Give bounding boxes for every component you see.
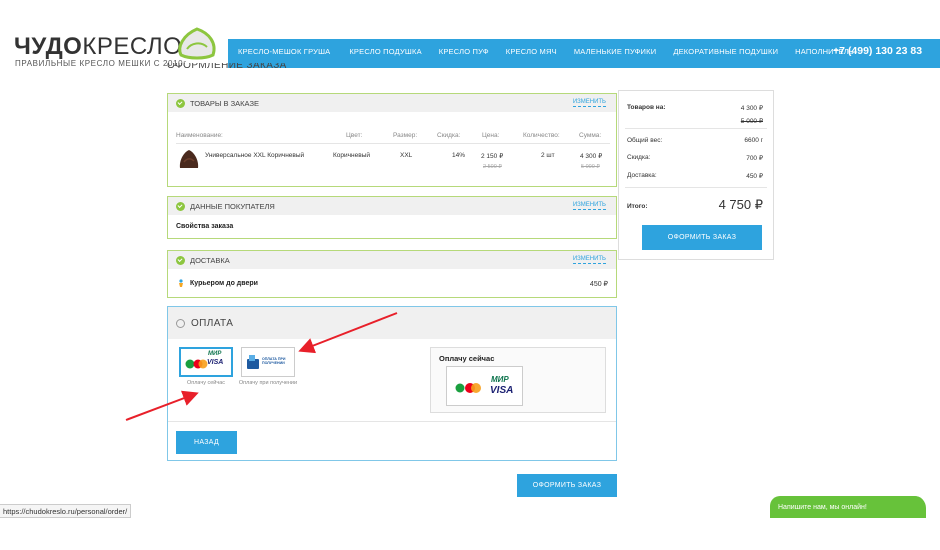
- nav-item-ball-chair[interactable]: КРЕСЛО МЯЧ: [506, 47, 557, 56]
- item-old-sum: 5 000 ₽: [581, 164, 600, 170]
- nav-item-small-poufs[interactable]: МАЛЕНЬКИЕ ПУФИКИ: [574, 47, 656, 56]
- pay-on-delivery-label[interactable]: Оплачу при получении: [238, 380, 298, 387]
- summary-discount-value: 700 ₽: [746, 155, 763, 162]
- selected-payment-title: Оплачу сейчас: [439, 354, 495, 363]
- summary-divider: [625, 187, 767, 188]
- nav-item-decor-pillows[interactable]: ДЕКОРАТИВНЫЕ ПОДУШКИ: [673, 47, 778, 56]
- item-name[interactable]: Универсальное XXL Коричневый: [205, 152, 304, 159]
- check-icon: [176, 201, 185, 211]
- nav-item-pillow-chair[interactable]: КРЕСЛО ПОДУШКА: [349, 47, 421, 56]
- summary-total-label: Итого:: [627, 203, 648, 210]
- on-delivery-card-text: ОПЛАТА ПРИ ПОЛУЧЕНИИ: [262, 357, 286, 365]
- summary-delivery-label: Доставка:: [627, 172, 657, 179]
- payment-option-pay-now[interactable]: МИР VISA: [179, 347, 233, 377]
- table-divider: [176, 143, 610, 144]
- summary-divider: [625, 128, 767, 129]
- summary-total-value: 4 750 ₽: [718, 197, 763, 212]
- delivery-change-link[interactable]: изменить: [572, 256, 606, 264]
- nav-item-pouf[interactable]: КРЕСЛО ПУФ: [439, 47, 489, 56]
- summary-weight-value: 6600 г: [744, 137, 763, 144]
- chat-widget-tab[interactable]: [910, 496, 926, 518]
- check-icon: [176, 255, 185, 265]
- back-button[interactable]: НАЗАД: [176, 431, 237, 454]
- beanbag-logo-icon: [178, 27, 216, 60]
- chat-widget[interactable]: Напишите нам, мы онлайн!: [770, 496, 925, 518]
- summary-goods-old: 5 000 ₽: [740, 118, 763, 125]
- cash-on-delivery-icon: [247, 355, 259, 369]
- delivery-panel-header: ДОСТАВКА изменить: [168, 251, 616, 269]
- buyer-panel: ДАННЫЕ ПОКУПАТЕЛЯ изменить Свойства зака…: [167, 196, 617, 239]
- col-discount: Скидка:: [437, 132, 461, 139]
- order-summary: Товаров на: 4 300 ₽ 5 000 ₽ Общий вес: 6…: [618, 90, 774, 260]
- logo-tagline: ПРАВИЛЬНЫЕ КРЕСЛО МЕШКИ С 2010г: [15, 59, 187, 68]
- submit-order-bottom-button[interactable]: ОФОРМИТЬ ЗАКАЗ: [517, 474, 617, 497]
- selected-payment-card: МИР VISA: [446, 366, 523, 406]
- buyer-panel-header: ДАННЫЕ ПОКУПАТЕЛЯ изменить: [168, 197, 616, 215]
- col-color: Цвет:: [346, 132, 363, 139]
- summary-weight-label: Общий вес:: [627, 137, 663, 144]
- delivery-price: 450 ₽: [589, 281, 608, 288]
- buyer-change-link[interactable]: изменить: [572, 202, 606, 210]
- pay-now-label[interactable]: Оплачу сейчас: [176, 380, 236, 387]
- order-properties: Свойства заказа: [176, 223, 234, 230]
- main-nav: КРЕСЛО-МЕШОК ГРУША КРЕСЛО ПОДУШКА КРЕСЛО…: [238, 47, 854, 56]
- phone-number[interactable]: +7 (499) 130 23 83: [833, 45, 922, 57]
- delivery-method: Курьером до двери: [190, 280, 258, 287]
- mir-logo: МИР: [491, 375, 509, 384]
- item-sum: 4 300 ₽: [580, 153, 603, 160]
- item-old-price: 2 500 ₽: [483, 164, 502, 170]
- item-qty: 2 шт: [541, 152, 555, 159]
- logo-text: ЧУДОКРЕСЛО: [14, 33, 183, 60]
- check-icon: [176, 98, 185, 108]
- summary-goods-value: 4 300 ₽: [740, 105, 763, 112]
- goods-title: ТОВАРЫ В ЗАКАЗЕ: [190, 98, 259, 108]
- col-size: Размер:: [393, 132, 418, 139]
- col-price: Цена:: [482, 132, 500, 139]
- summary-discount-label: Скидка:: [627, 154, 651, 161]
- payment-title: ОПЛАТА: [191, 317, 234, 329]
- buyer-title: ДАННЫЕ ПОКУПАТЕЛЯ: [190, 201, 275, 211]
- summary-goods-label: Товаров на:: [627, 104, 666, 111]
- mir-logo: МИР: [208, 351, 222, 357]
- col-sum: Сумма:: [579, 132, 602, 139]
- col-name: Наименование:: [176, 132, 223, 139]
- visa-logo: VISA: [207, 359, 224, 366]
- col-qty: Количество:: [523, 132, 560, 139]
- top-header: ЧУДОКРЕСЛО ПРАВИЛЬНЫЕ КРЕСЛО МЕШКИ С 201…: [0, 0, 940, 68]
- status-bar-url: https://chudokreslo.ru/personal/order/: [0, 504, 132, 518]
- summary-delivery-value: 450 ₽: [746, 173, 763, 180]
- product-thumbnail[interactable]: [178, 148, 200, 170]
- nav-item-bean-bag-pear[interactable]: КРЕСЛО-МЕШОК ГРУША: [238, 47, 330, 56]
- payment-divider: [168, 421, 616, 422]
- goods-change-link[interactable]: изменить: [572, 99, 606, 107]
- payment-panel: ОПЛАТА МИР VISA Оплачу сейчас ОПЛАТА ПРИ…: [167, 306, 617, 461]
- selected-payment-box: Оплачу сейчас МИР VISA: [430, 347, 606, 413]
- courier-icon: [179, 279, 183, 287]
- sberbank-mastercard-icon: [455, 383, 481, 393]
- item-discount: 14%: [452, 152, 466, 159]
- visa-logo: VISA: [490, 385, 514, 396]
- item-color: Коричневый: [333, 152, 370, 159]
- delivery-title: ДОСТАВКА: [190, 255, 230, 265]
- goods-panel-header: ТОВАРЫ В ЗАКАЗЕ изменить: [168, 94, 616, 112]
- submit-order-button[interactable]: ОФОРМИТЬ ЗАКАЗ: [642, 225, 762, 250]
- item-size: XXL: [400, 152, 413, 159]
- page-title: ОФОРМЛЕНИЕ ЗАКАЗА: [167, 63, 287, 71]
- item-price: 2 150 ₽: [481, 153, 504, 160]
- payment-option-on-delivery[interactable]: ОПЛАТА ПРИ ПОЛУЧЕНИИ: [241, 347, 295, 377]
- payment-panel-header: ОПЛАТА: [168, 307, 616, 339]
- delivery-panel: ДОСТАВКА изменить Курьером до двери 450 …: [167, 250, 617, 298]
- goods-panel: ТОВАРЫ В ЗАКАЗЕ изменить Наименование: Ц…: [167, 93, 617, 187]
- radio-circle-icon: [176, 318, 185, 328]
